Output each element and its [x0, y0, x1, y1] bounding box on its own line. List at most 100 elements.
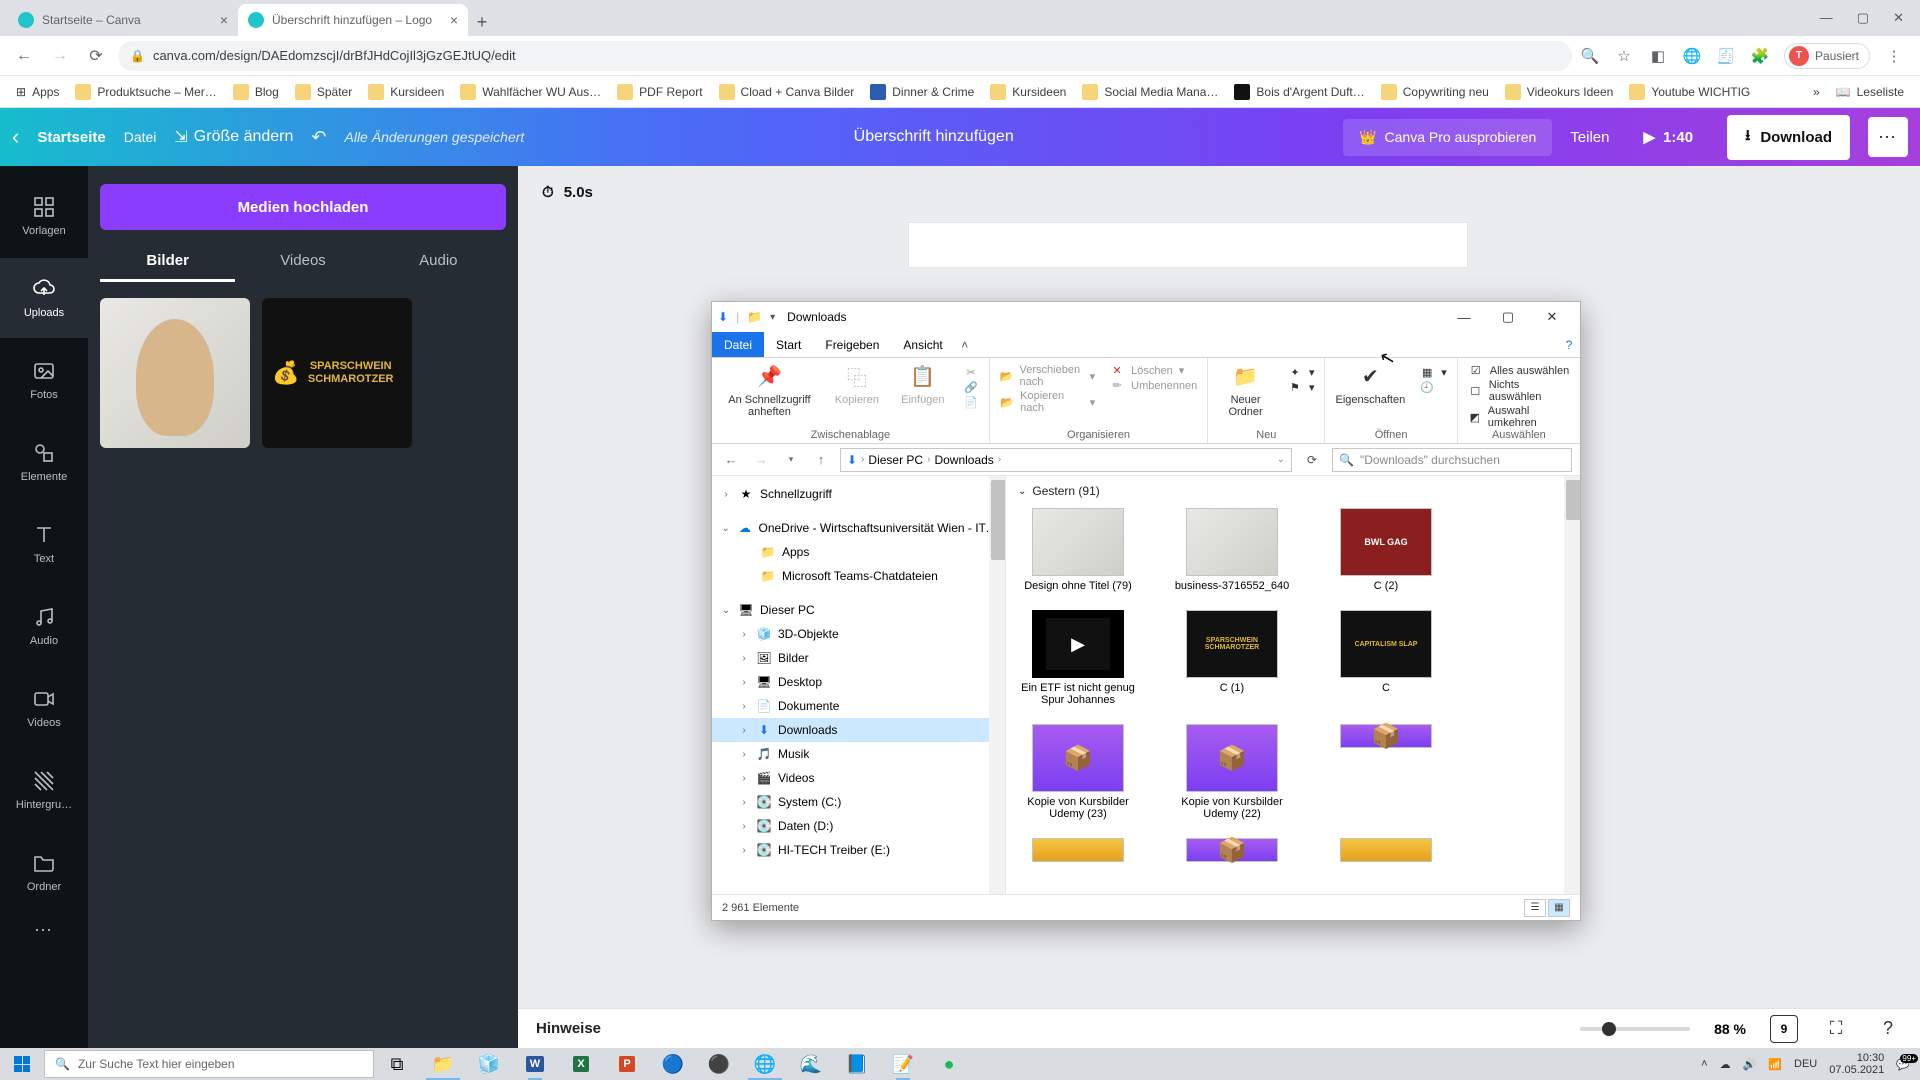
file-item[interactable]: SPARSCHWEIN SCHMAROTZERC (1) — [1172, 610, 1292, 706]
back-icon[interactable]: ‹ — [12, 124, 19, 150]
tab-videos[interactable]: Videos — [235, 252, 370, 282]
taskbar-app[interactable]: 📝 — [880, 1048, 926, 1080]
taskbar-app[interactable]: 🧊 — [466, 1048, 512, 1080]
bookmark[interactable]: Bois d'Argent Duft… — [1228, 80, 1370, 104]
tree-sysc[interactable]: ›💽System (C:) — [712, 790, 1005, 814]
file-item[interactable]: Design ohne Titel (79) — [1018, 508, 1138, 592]
properties-button[interactable]: ✔Eigenschaften — [1335, 362, 1405, 406]
tab-ansicht[interactable]: Ansicht — [891, 332, 954, 357]
tab-datei[interactable]: Datei — [712, 332, 764, 357]
tree-videos[interactable]: ›🎬Videos — [712, 766, 1005, 790]
bookmark[interactable]: Copywriting neu — [1375, 80, 1495, 104]
forward-button[interactable]: → — [750, 452, 772, 467]
tree-thispc[interactable]: ⌄🖥Dieser PC — [712, 598, 1005, 622]
copy-button[interactable]: ⿻Kopieren — [831, 362, 883, 406]
rail-elemente[interactable]: Elemente — [0, 422, 88, 502]
tree-datend[interactable]: ›💽Daten (D:) — [712, 814, 1005, 838]
move-to-button[interactable]: 📂Verschieben nach ▾ — [1000, 364, 1095, 388]
address-bar[interactable]: 🔒 canva.com/design/DAEdomzscjI/drBfJHdCo… — [118, 41, 1572, 71]
bookmark[interactable]: Blog — [227, 80, 285, 104]
extension-icon[interactable]: 🌐 — [1682, 46, 1702, 66]
taskbar-app[interactable]: 📘 — [834, 1048, 880, 1080]
invert-sel-button[interactable]: ◩Auswahl umkehren — [1468, 405, 1570, 429]
tab-ueberschrift[interactable]: Überschrift hinzufügen – Logo × — [238, 4, 468, 36]
home-link[interactable]: Startseite — [37, 129, 105, 146]
more-button[interactable]: ⋯ — [1868, 117, 1908, 157]
wifi-icon[interactable]: 📶 — [1768, 1058, 1782, 1071]
file-item[interactable]: CAPITALISM SLAPC — [1326, 610, 1446, 706]
file-item[interactable]: Kopie von Kursbilder Udemy (23) — [1018, 724, 1138, 820]
profile-paused[interactable]: T Pausiert — [1784, 43, 1870, 69]
rail-ordner[interactable]: Ordner — [0, 832, 88, 912]
easy-access-button[interactable]: ⚑▾ — [1287, 381, 1315, 394]
taskbar-spotify[interactable]: ● — [926, 1048, 972, 1080]
tree-musik[interactable]: ›🎵Musik — [712, 742, 1005, 766]
volume-icon[interactable]: 🔊 — [1743, 1058, 1757, 1071]
apps-shortcut[interactable]: ⊞Apps — [10, 81, 65, 103]
file-item[interactable] — [1172, 838, 1292, 862]
bookmark[interactable]: Youtube WICHTIG — [1623, 80, 1756, 104]
taskbar-explorer[interactable]: 📁 — [420, 1048, 466, 1080]
file-item[interactable]: business-3716552_640 — [1172, 508, 1292, 592]
breadcrumb[interactable]: ⬇ › Dieser PC › Downloads › ⌄ — [840, 448, 1292, 472]
start-button[interactable] — [0, 1048, 44, 1080]
extension-icon[interactable]: 🧾 — [1716, 46, 1736, 66]
maximize-icon[interactable]: ▢ — [1486, 302, 1530, 332]
copy-to-button[interactable]: 📂Kopieren nach ▾ — [1000, 390, 1095, 414]
up-button[interactable]: ↑ — [810, 452, 832, 467]
rail-fotos[interactable]: Fotos — [0, 340, 88, 420]
files-scrollbar[interactable] — [1564, 476, 1580, 894]
qat-dropdown-icon[interactable]: ▾ — [770, 312, 775, 323]
taskbar-chrome[interactable]: 🌐 — [742, 1048, 788, 1080]
rail-more[interactable]: ⋯ — [34, 920, 54, 941]
group-header[interactable]: ⌄Gestern (91) — [1018, 484, 1568, 498]
collapse-ribbon-icon[interactable]: ˄ — [955, 332, 975, 357]
grid-view-button[interactable]: 9 — [1770, 1015, 1798, 1043]
taskbar-powerpoint[interactable]: P — [604, 1048, 650, 1080]
explorer-search[interactable]: 🔍 "Downloads" durchsuchen — [1332, 448, 1572, 472]
paste-button[interactable]: 📋Einfügen — [897, 362, 949, 406]
rail-text[interactable]: Text — [0, 504, 88, 584]
extension-icon[interactable]: ◧ — [1648, 46, 1668, 66]
canvas-page[interactable] — [908, 222, 1468, 268]
new-tab-button[interactable]: + — [468, 8, 496, 36]
file-list[interactable]: ⌄Gestern (91) Design ohne Titel (79) bus… — [1006, 476, 1580, 894]
select-none-button[interactable]: ☐Nichts auswählen — [1468, 379, 1570, 403]
details-view-button[interactable]: ☰ — [1524, 899, 1546, 917]
close-icon[interactable]: × — [450, 12, 458, 28]
try-pro-button[interactable]: 👑Canva Pro ausprobieren — [1343, 119, 1552, 156]
zoom-icon[interactable]: 🔍 — [1580, 46, 1600, 66]
bookmark[interactable]: Kursideen — [984, 80, 1072, 104]
copypath-small[interactable]: 🔗 — [963, 381, 979, 394]
bookmark[interactable]: Dinner & Crime — [864, 80, 980, 104]
file-item[interactable] — [1018, 838, 1138, 862]
minimize-icon[interactable]: — — [1442, 302, 1486, 332]
open-button[interactable]: ▦▾ — [1419, 366, 1447, 379]
bookmark[interactable]: Videokurs Ideen — [1499, 80, 1620, 104]
language-indicator[interactable]: DEU — [1794, 1058, 1817, 1070]
back-button[interactable]: ← — [10, 42, 38, 70]
overflow-bookmarks[interactable]: » — [1807, 81, 1826, 103]
close-icon[interactable]: ✕ — [1893, 10, 1904, 26]
rail-audio[interactable]: Audio — [0, 586, 88, 666]
tree-apps[interactable]: 📁Apps — [712, 540, 1005, 564]
tab-startseite[interactable]: Startseite – Canva × — [8, 4, 238, 36]
taskbar-app[interactable]: 🔵 — [650, 1048, 696, 1080]
tree-teams[interactable]: 📁Microsoft Teams-Chatdateien — [712, 564, 1005, 588]
tray-expand-icon[interactable]: ˄ — [1701, 1058, 1707, 1070]
file-menu[interactable]: Datei — [124, 129, 157, 145]
taskbar-word[interactable]: W — [512, 1048, 558, 1080]
task-view-button[interactable]: ⧉ — [374, 1048, 420, 1080]
bookmark[interactable]: Später — [289, 80, 358, 104]
reading-list[interactable]: 📖Leseliste — [1830, 81, 1910, 103]
tree-quickaccess[interactable]: ›★Schnellzugriff — [712, 482, 1005, 506]
file-item[interactable]: Kopie von Kursbilder Udemy (22) — [1172, 724, 1292, 820]
notes-button[interactable]: Hinweise — [536, 1020, 601, 1037]
download-button[interactable]: ⭳Download — [1727, 115, 1850, 160]
path-dropdown-icon[interactable]: ⌄ — [1277, 454, 1285, 465]
history-button[interactable]: 🕘 — [1419, 381, 1447, 394]
tree-scrollbar[interactable] — [989, 476, 1005, 894]
slide-timer[interactable]: ⏱5.0s — [542, 184, 593, 201]
forward-button[interactable]: → — [46, 42, 74, 70]
undo-icon[interactable]: ↶ — [311, 127, 326, 148]
